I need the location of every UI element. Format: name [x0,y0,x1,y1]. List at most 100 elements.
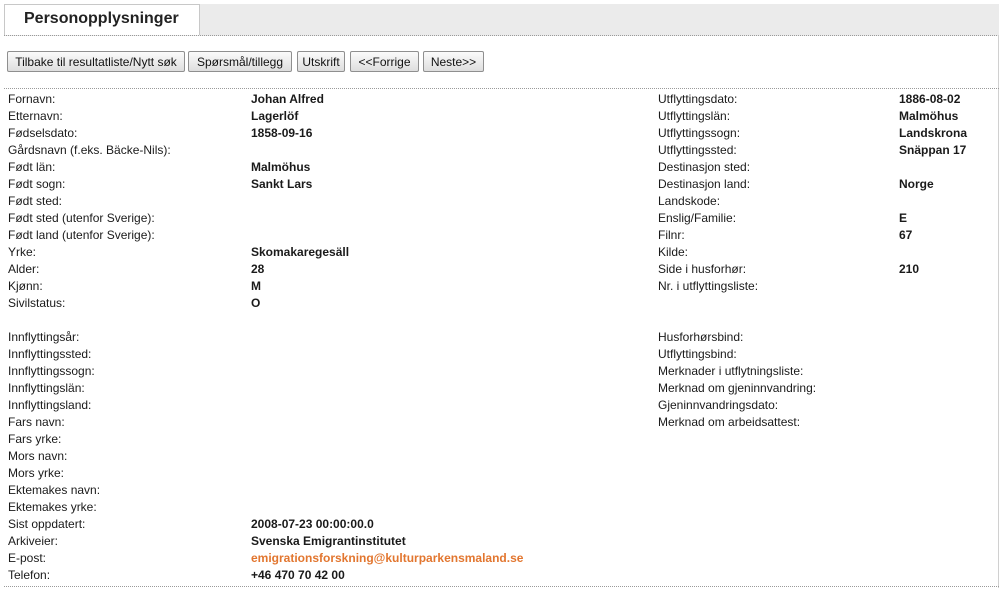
field-row: Født sted: [8,193,568,210]
field-label: Merknad om arbeidsattest: [658,415,801,429]
field-value: Malmöhus [899,109,959,123]
field-label: Mors navn: [8,449,68,463]
field-row: Mors navn: [8,448,568,465]
field-row: Kjønn: M [8,278,568,295]
field-label: Telefon: [8,568,51,582]
field-label: Sist oppdatert: [8,517,86,531]
field-label: Yrke: [8,245,37,259]
field-value: Lagerlöf [251,109,299,123]
tab-personopplysninger[interactable]: Personopplysninger [4,4,200,35]
field-row: Gårdsnavn (f.eks. Bäcke-Nils): [8,142,568,159]
field-row: Merknader i utflytningsliste: [658,363,988,380]
field-value: 1886-08-02 [899,92,961,106]
field-row: Innflyttingssted: [8,346,568,363]
field-label: Ektemakes yrke: [8,500,97,514]
field-label: Filnr: [658,228,685,242]
field-row: Sivilstatus: O [8,295,568,312]
field-row: Utflyttingsbind: [658,346,988,363]
field-row: Født sted (utenfor Sverige): [8,210,568,227]
field-label: Destinasjon land: [658,177,751,191]
next-button[interactable]: Neste>> [423,51,484,72]
field-value: Sankt Lars [251,177,313,191]
field-row: E-post: emigrationsforskning@kulturparken… [8,550,568,567]
field-label: Ektemakes navn: [8,483,101,497]
previous-button[interactable]: <<Forrige [350,51,419,72]
field-value: E [899,211,908,225]
field-row: Husforhørsbind: [658,329,988,346]
field-row: Fars yrke: [8,431,568,448]
field-label: E-post: [8,551,47,565]
back-to-results-button[interactable]: Tilbake til resultatliste/Nytt søk [7,51,185,72]
left-column: Fornavn: Johan Alfred Etternavn: Lagerlöf Fø… [8,91,568,584]
field-label: Innflyttingsland: [8,398,92,412]
field-label: Fars navn: [8,415,65,429]
field-row: Destinasjon sted: [658,159,988,176]
field-value: 67 [899,228,913,242]
right-column: Utflyttingsdato: 1886-08-02 Utflyttingslän… [658,91,988,431]
field-row: Mors yrke: [8,465,568,482]
field-label: Side i husforhør: [658,262,747,276]
field-row: Gjeninnvandringsdato: [658,397,988,414]
right-fields-2: Husforhørsbind: Utflyttingsbind: Merknader… [658,329,988,431]
field-row: Telefon: +46 470 70 42 00 [8,567,568,584]
field-label: Utflyttingslän: [658,109,731,123]
field-value: 1858-09-16 [251,126,313,140]
field-value: Svenska Emigrantinstitutet [251,534,406,548]
field-label: Landskode: [658,194,721,208]
field-value: Malmöhus [251,160,311,174]
field-label: Født sted: [8,194,63,208]
field-label: Gjeninnvandringsdato: [658,398,779,412]
field-label: Fødselsdato: [8,126,78,140]
print-button[interactable]: Utskrift [297,51,345,72]
field-label: Født län: [8,160,56,174]
field-label: Gårdsnavn (f.eks. Bäcke-Nils): [8,143,171,157]
field-value: Johan Alfred [251,92,324,106]
divider-bottom [4,586,999,587]
field-label: Innflyttingsår: [8,330,80,344]
field-row: Utflyttingslän: Malmöhus [658,108,988,125]
field-label: Fars yrke: [8,432,62,446]
field-row: Utflyttingsdato: 1886-08-02 [658,91,988,108]
field-value: Skomakaregesäll [251,245,350,259]
field-row: Født sogn: Sankt Lars [8,176,568,193]
field-label: Født sted (utenfor Sverige): [8,211,155,225]
field-label: Mors yrke: [8,466,65,480]
field-row: Ektemakes navn: [8,482,568,499]
field-value: Snäppan 17 [899,143,967,157]
divider [4,88,999,89]
field-row: Nr. i utflyttingsliste: [658,278,988,295]
field-label: Utflyttingssogn: [658,126,741,140]
field-value: 28 [251,262,265,276]
field-row: Etternavn: Lagerlöf [8,108,568,125]
field-label: Nr. i utflyttingsliste: [658,279,759,293]
field-value: Norge [899,177,934,191]
field-row: Yrke: Skomakaregesäll [8,244,568,261]
field-label: Kilde: [658,245,689,259]
field-row: Fornavn: Johan Alfred [8,91,568,108]
field-label: Født land (utenfor Sverige): [8,228,155,242]
field-row: Utflyttingssogn: Landskrona [658,125,988,142]
field-label: Arkiveier: [8,534,59,548]
field-label: Utflyttingssted: [658,143,737,157]
field-label: Merknader i utflytningsliste: [658,364,804,378]
field-row: Fødselsdato: 1858-09-16 [8,125,568,142]
field-label: Utflyttingsbind: [658,347,737,361]
field-label: Etternavn: [8,109,63,123]
tab-bar: Personopplysninger [4,4,999,36]
field-row: Destinasjon land: Norge [658,176,988,193]
field-label: Født sogn: [8,177,66,191]
email-link[interactable]: emigrationsforskning@kulturparkensmaland… [251,550,523,567]
field-row: Enslig/Familie: E [658,210,988,227]
field-row: Arkiveier: Svenska Emigrantinstitutet [8,533,568,550]
field-label: Destinasjon sted: [658,160,751,174]
field-label: Innflyttingssogn: [8,364,95,378]
field-row: Født land (utenfor Sverige): [8,227,568,244]
field-row: Utflyttingssted: Snäppan 17 [658,142,988,159]
right-fields: Utflyttingsdato: 1886-08-02 Utflyttingslän… [658,91,988,295]
field-row: Født län: Malmöhus [8,159,568,176]
question-button[interactable]: Spørsmål/tillegg [188,51,292,72]
field-label: Enslig/Familie: [658,211,737,225]
field-row: Landskode: [658,193,988,210]
field-value: M [251,279,261,293]
field-row: Innflyttingsland: [8,397,568,414]
